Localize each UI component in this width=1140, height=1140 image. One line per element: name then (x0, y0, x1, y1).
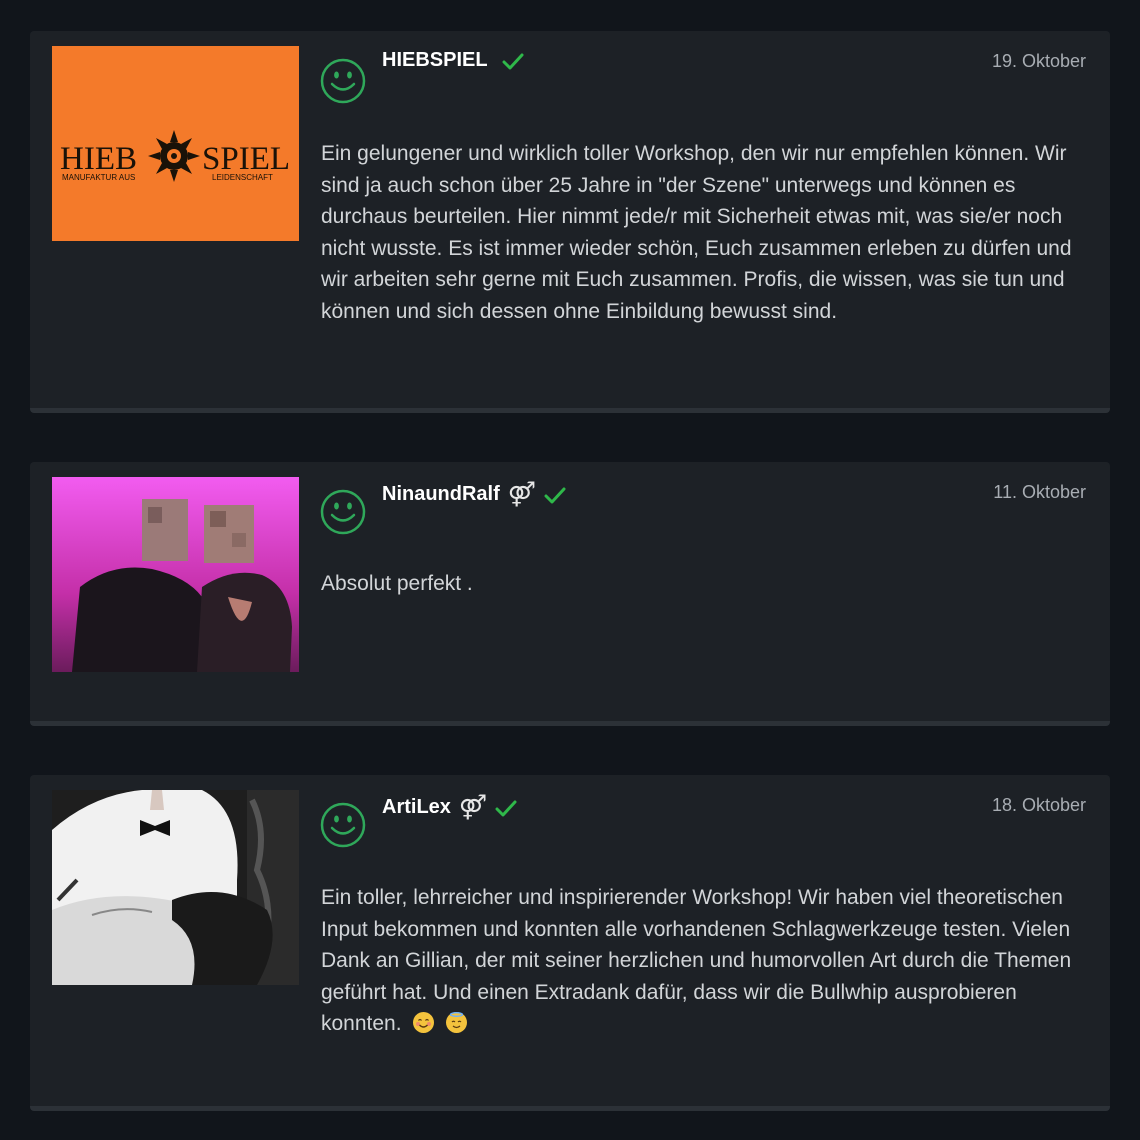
username[interactable]: HIEBSPIEL (382, 49, 524, 72)
bw-photo-icon (52, 790, 299, 985)
logo-tagline-left: MANUFAKTUR AUS (62, 173, 135, 182)
avatar-image[interactable] (52, 477, 299, 672)
review-text: Absolut perfekt . (321, 572, 473, 595)
verified-check-icon (495, 800, 517, 816)
review-card: HIEB SPIEL MANUFAKTUR AUS LEIDENSCHAFT H… (30, 31, 1110, 413)
logo-tagline-right: LEIDENSCHAFT (212, 173, 273, 182)
angel-face-icon (446, 1012, 468, 1033)
review-text-container: Ein toller, lehrreicher und inspirierend… (321, 882, 1096, 1040)
avatar-image[interactable] (52, 790, 299, 985)
smiley-icon (320, 58, 366, 104)
username-text[interactable]: HIEBSPIEL (382, 49, 488, 72)
gender-couple-icon: ⚤ (458, 794, 488, 821)
review-date: 19. Oktober (991, 51, 1086, 71)
smiley-icon (320, 802, 366, 848)
review-date: 11. Oktober (993, 482, 1086, 502)
review-card: NinaundRalf ⚤ 11. Oktober Absolut perfek… (30, 462, 1110, 726)
hiebspiel-logo: HIEB SPIEL MANUFAKTUR AUS LEIDENSCHAFT (52, 46, 299, 241)
logo-text-right: SPIEL (202, 141, 290, 177)
username[interactable]: ArtiLex ⚤ (382, 793, 517, 822)
logo-text-left: HIEB (60, 141, 137, 177)
gender-couple-icon: ⚤ (507, 481, 536, 508)
review-card: ArtiLex ⚤ 18. Oktober Ein toller, lehrre… (30, 775, 1110, 1111)
verified-check-icon (544, 487, 566, 503)
username-text[interactable]: NinaundRalf (382, 483, 500, 506)
username[interactable]: NinaundRalf ⚤ (382, 480, 566, 509)
username-text[interactable]: ArtiLex (382, 796, 451, 819)
verified-check-icon (502, 53, 524, 69)
avatar-image[interactable]: HIEB SPIEL MANUFAKTUR AUS LEIDENSCHAFT (52, 46, 299, 241)
smiling-face-icon (413, 1012, 435, 1033)
review-text: Ein gelungener und wirklich toller Works… (321, 142, 1072, 323)
smiley-icon (320, 489, 366, 535)
couple-photo-icon (52, 477, 299, 672)
review-date: 18. Oktober (991, 795, 1086, 815)
